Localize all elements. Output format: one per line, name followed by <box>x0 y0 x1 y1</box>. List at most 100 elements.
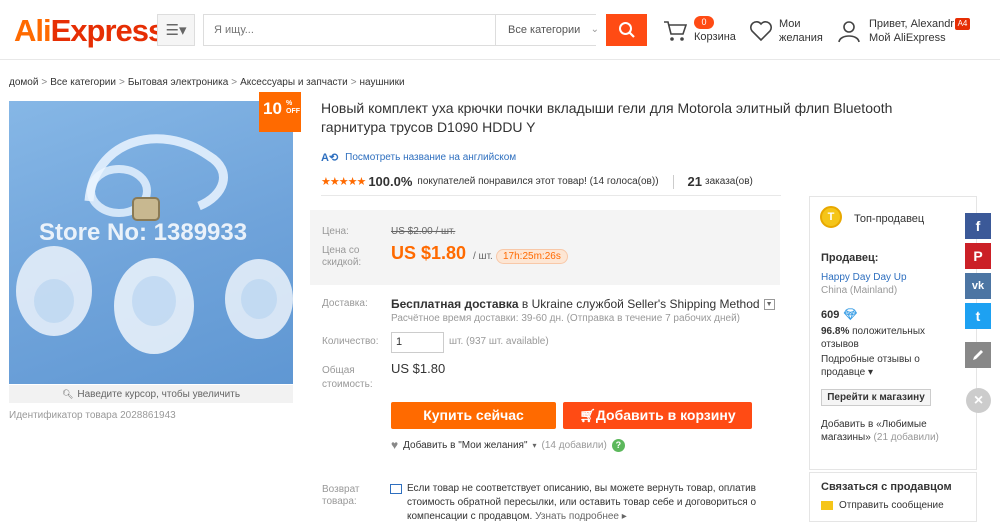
top-seller-label: Топ-продавец <box>854 213 925 225</box>
seller-detailed-feedback-link[interactable]: Подробные отзывы о продавце ▾ <box>821 353 961 379</box>
add-to-cart-button[interactable]: 🛒︎Добавить в корзину <box>563 402 752 429</box>
contact-seller-panel <box>809 472 977 522</box>
heart-icon <box>750 21 772 42</box>
translate-title-text: Посмотреть название на английском <box>345 152 517 163</box>
pencil-icon <box>973 350 983 360</box>
discount-timer: 17h:25m:26s <box>496 249 568 264</box>
rating-row: ★★★★★ 100.0% покупателей понравился этот… <box>321 174 781 189</box>
logo-express: Express <box>50 13 166 48</box>
wishlist-label: Мои желания <box>779 17 823 45</box>
seller-score-value: 609 <box>821 308 840 321</box>
rating-text[interactable]: покупателей понравился этот товар! (14 г… <box>417 176 658 187</box>
discount-off-label: % OFF <box>286 100 300 116</box>
price-box <box>310 210 780 285</box>
zoom-hint: 🔍︎ Наведите курсор, чтобы увеличить <box>9 385 293 403</box>
cart-link[interactable]: 0 Корзина <box>663 16 743 48</box>
seller-name-link[interactable]: Happy Day Day Up <box>821 272 907 283</box>
chevron-down-icon: ⌄ <box>590 24 599 35</box>
seller-positive-pct: 96.8% <box>821 326 850 337</box>
aliexpress-logo[interactable]: AliExpress <box>14 13 166 49</box>
translate-title-link[interactable]: A⟲ Посмотреть название на английском <box>321 151 516 164</box>
visit-store-button[interactable]: Перейти к магазину <box>821 389 931 406</box>
total-value: US $1.80 <box>391 361 446 376</box>
price-unit: / шт. <box>473 251 493 262</box>
add-favorite-store[interactable]: Добавить в «Любимые магазины» (21 добави… <box>821 418 971 444</box>
quantity-label: Количество: <box>322 336 379 347</box>
add-to-wishlist[interactable]: ♥ Добавить в "Мои желания" ▾ (14 добавил… <box>391 438 625 452</box>
user-greeting: Привет, Alexandr <box>869 18 954 30</box>
breadcrumb-all-categories[interactable]: Все категории <box>50 77 116 88</box>
category-menu-button[interactable]: ☰▾ <box>157 14 195 46</box>
breadcrumb-accessories[interactable]: Аксессуары и запчасти <box>240 77 348 88</box>
cart-label: Корзина <box>694 31 736 43</box>
send-message-link[interactable]: Отправить сообщение <box>821 500 944 511</box>
seller-positive-feedback: 96.8% положительных отзывов <box>821 325 961 351</box>
user-badge: A4 <box>955 18 970 30</box>
quantity-input[interactable]: 1 <box>391 332 444 353</box>
product-image[interactable]: Store No: 1389933 <box>9 101 293 384</box>
divider <box>672 174 674 189</box>
orders-label: заказа(ов) <box>705 176 753 187</box>
return-policy-icon <box>390 484 402 494</box>
hamburger-icon: ☰▾ <box>165 22 187 39</box>
heart-icon: ♥ <box>391 438 399 452</box>
divider <box>321 195 781 196</box>
shipping-label: Доставка: <box>322 298 368 309</box>
user-icon <box>838 21 860 43</box>
magnifier-icon: 🔍︎ <box>61 389 74 399</box>
seller-score: 609 💎︎ <box>821 308 858 322</box>
edit-icon[interactable] <box>965 342 991 368</box>
zoom-hint-text: Наведите курсор, чтобы увеличить <box>77 389 241 400</box>
favorite-store-count: (21 добавили) <box>873 432 939 443</box>
free-shipping: Бесплатная доставка <box>391 297 519 311</box>
help-icon[interactable]: ? <box>611 438 625 452</box>
top-seller-badge-icon: T <box>820 206 842 228</box>
contact-seller-header: Связаться с продавцом <box>821 481 952 493</box>
search-button[interactable] <box>606 14 647 46</box>
return-label: Возврат товара: <box>322 484 360 507</box>
breadcrumb-headphones[interactable]: наушники <box>360 77 405 88</box>
envelope-icon <box>821 501 833 510</box>
wishlist-label-line1: Мои <box>779 18 801 30</box>
buy-now-button[interactable]: Купить сейчас <box>391 402 556 429</box>
chevron-down-icon[interactable]: ▼ <box>763 299 775 311</box>
discount-price-label: Цена со скидкой: <box>322 245 362 268</box>
original-price: US $2.00 / шт. <box>391 226 456 237</box>
store-watermark: Store No: 1389933 <box>39 219 248 246</box>
facebook-share-icon[interactable]: f <box>965 213 991 239</box>
breadcrumb-sep: > <box>118 77 125 88</box>
learn-more-link[interactable]: Узнать подробнее ▸ <box>535 511 627 522</box>
category-select[interactable]: Все категории ⌄ <box>495 15 605 45</box>
cart-count-badge: 0 <box>694 16 714 29</box>
add-to-cart-label: Добавить в корзину <box>595 407 736 423</box>
quantity-available: шт. (937 шт. available) <box>449 336 549 347</box>
wishlist-count: (14 добавили) <box>541 439 607 451</box>
breadcrumb-sep: > <box>231 77 238 88</box>
vk-share-icon[interactable]: vk <box>965 273 991 299</box>
twitter-share-icon[interactable]: t <box>965 303 991 329</box>
translate-icon: A⟲ <box>321 152 339 164</box>
product-title: Новый комплект уха крючки почки вкладыши… <box>321 100 893 135</box>
search-bar: Все категории ⌄ <box>203 14 605 46</box>
discount-off: OFF <box>286 108 300 115</box>
search-input[interactable] <box>204 15 494 45</box>
account-label: Привет, Alexandr Мой AliExpress <box>869 17 954 45</box>
return-policy-text: Если товар не соответствует описанию, вы… <box>407 482 767 522</box>
total-label: Общая стоимость: <box>322 365 373 390</box>
shipping-method[interactable]: Бесплатная доставка в Ukraine службой Se… <box>391 297 775 311</box>
chevron-down-icon: ▾ <box>532 440 537 450</box>
close-icon[interactable]: × <box>966 388 991 413</box>
send-message-label: Отправить сообщение <box>839 500 944 511</box>
pinterest-share-icon[interactable]: P <box>965 243 991 269</box>
cart-icon: 🛒︎ <box>579 408 596 423</box>
my-aliexpress-link[interactable]: Мой AliExpress <box>869 31 954 45</box>
seller-header: Продавец: <box>821 252 879 264</box>
discount-price: US $1.80 <box>391 243 467 263</box>
rating-stars: ★★★★★ <box>321 176 366 188</box>
original-price-label: Цена: <box>322 226 349 237</box>
rating-percent: 100.0% <box>368 174 413 189</box>
breadcrumb: домой > Все категории > Бытовая электроника >… <box>9 77 405 88</box>
diamond-icon: 💎︎ <box>843 309 858 321</box>
breadcrumb-electronics[interactable]: Бытовая электроника <box>128 77 228 88</box>
breadcrumb-home[interactable]: домой <box>9 77 38 88</box>
